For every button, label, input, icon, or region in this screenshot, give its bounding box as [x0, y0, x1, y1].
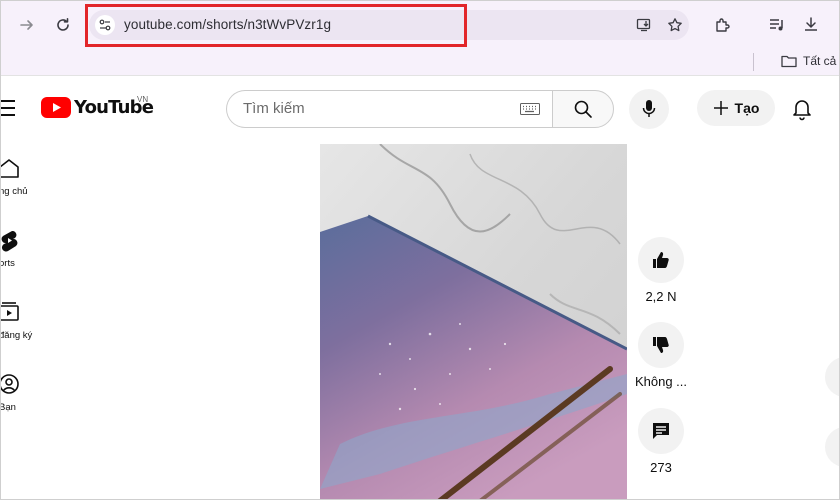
forward-icon[interactable]	[15, 13, 39, 37]
microphone-icon	[642, 100, 656, 117]
like-count: 2,2 N	[645, 289, 677, 304]
sidebar-item-label: Bạn	[0, 402, 16, 413]
home-icon	[1, 159, 19, 178]
search-placeholder: Tìm kiếm	[243, 100, 305, 117]
extensions-icon[interactable]	[711, 13, 735, 37]
browser-toolbar: youtube.com/shorts/n3tWvPVzr1g	[1, 1, 839, 49]
toolbar-divider	[1, 75, 839, 76]
bookmark-folder[interactable]: Tất cả	[781, 54, 836, 68]
shorts-icon	[1, 230, 18, 252]
plus-icon	[713, 101, 728, 115]
next-short-button[interactable]	[825, 427, 839, 467]
reload-icon[interactable]	[51, 13, 75, 37]
dislike-label: Không ...	[634, 374, 688, 389]
download-icon[interactable]	[799, 13, 823, 37]
thumbs-down-icon	[653, 337, 669, 353]
sidebar-item-label: ng chủ	[0, 186, 28, 197]
menu-icon[interactable]	[1, 100, 15, 116]
notifications-bell-icon[interactable]	[791, 97, 813, 121]
you-icon	[1, 374, 19, 394]
folder-icon	[781, 55, 797, 68]
create-label: Tạo	[734, 100, 760, 116]
previous-short-button[interactable]	[825, 357, 839, 397]
bookmarks-separator	[753, 53, 754, 71]
sidebar-item-label: orts	[0, 258, 15, 269]
comment-icon	[653, 423, 669, 439]
search-icon	[574, 100, 592, 118]
comments-button[interactable]	[638, 408, 684, 454]
url-highlight-box	[85, 4, 467, 47]
video-frame	[320, 144, 627, 499]
keyboard-icon[interactable]	[520, 103, 540, 115]
thumbs-up-icon	[653, 252, 669, 268]
bookmarks-bar: Tất cả	[1, 49, 839, 75]
more-vertical-icon[interactable]	[829, 13, 839, 37]
comment-count: 273	[650, 460, 672, 475]
voice-search-button[interactable]	[629, 89, 669, 129]
install-app-icon[interactable]	[635, 16, 653, 34]
youtube-logo[interactable]: YouTube VN	[41, 95, 154, 118]
dislike-button[interactable]	[638, 322, 684, 368]
media-control-icon[interactable]	[765, 13, 789, 37]
short-video-player[interactable]	[320, 144, 627, 499]
like-button[interactable]	[638, 237, 684, 283]
search-button[interactable]	[552, 90, 614, 128]
bookmark-folder-label: Tất cả	[803, 54, 837, 68]
bookmark-star-icon[interactable]	[666, 16, 684, 34]
subscriptions-icon	[1, 302, 19, 321]
browser-window: youtube.com/shorts/n3tWvPVzr1g Tất cả Yo…	[0, 0, 840, 500]
create-button[interactable]: Tạo	[697, 90, 775, 126]
country-code: VN	[137, 95, 149, 104]
youtube-play-icon	[41, 97, 71, 118]
sidebar-item-label: đăng ký	[0, 330, 33, 341]
search-input[interactable]: Tìm kiếm	[226, 90, 552, 128]
